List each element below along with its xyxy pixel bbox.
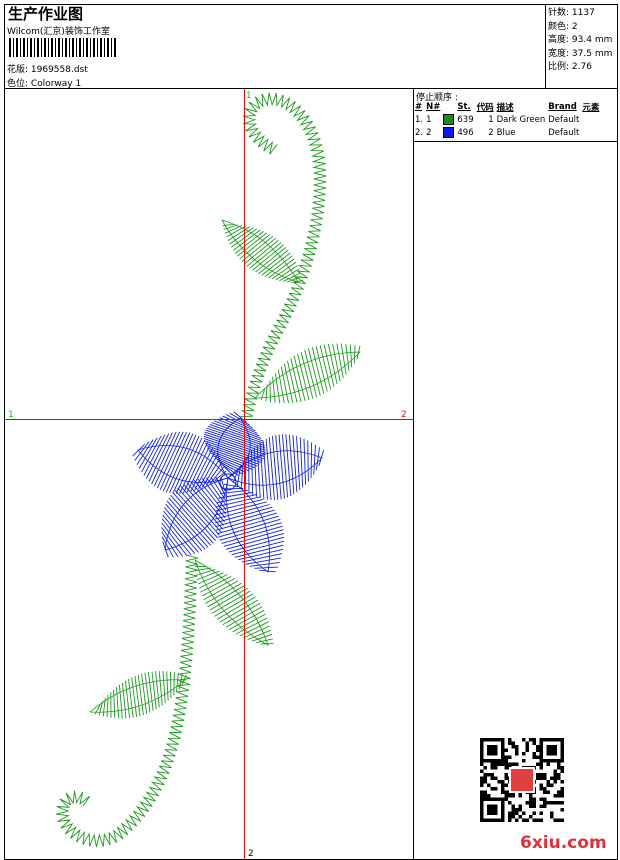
- axis-label-top: 1: [246, 91, 252, 101]
- axis-label-bottom: 2: [248, 849, 254, 859]
- axis-label-left: 1: [8, 410, 14, 420]
- vine-bottom: [55, 554, 199, 848]
- embroidery-canvas: 1 1 2 2 6xiu.com: [5, 89, 607, 859]
- qr-logo: [509, 767, 535, 793]
- leaf-1: [221, 219, 304, 283]
- petal-1: [203, 411, 266, 479]
- watermark-text: 6xiu.com: [520, 833, 607, 853]
- leaf-4: [89, 670, 187, 719]
- axis-label-right: 2: [401, 410, 407, 420]
- qr-code: [480, 738, 564, 822]
- leaf-3: [194, 559, 274, 646]
- production-worksheet: 生产作业图 Wilcom(汇京)装饰工作室 花版: 1969558.dst 色位…: [0, 0, 620, 860]
- petal-5: [132, 431, 229, 494]
